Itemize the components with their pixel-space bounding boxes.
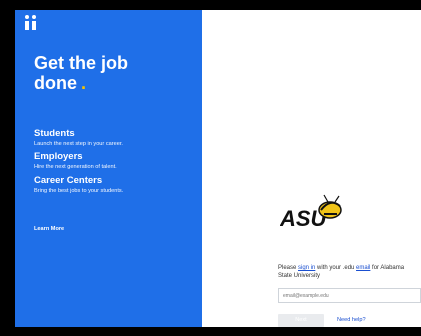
email-link[interactable]: email (356, 265, 370, 271)
section-career-centers: Career Centers Bring the best jobs to yo… (34, 175, 194, 196)
section-title: Employers (34, 151, 83, 162)
app-frame: Get the job done. Students Launch the ne… (15, 10, 421, 327)
email-input[interactable] (278, 288, 421, 303)
headline: Get the job done. (34, 53, 128, 93)
section-text: Hire the next generation of talent. (34, 164, 117, 170)
handshake-logo-icon (24, 15, 38, 30)
sign-in-panel: ASU Please sign in with your .edu email … (202, 10, 421, 327)
learn-more-link[interactable]: Learn More (34, 226, 64, 232)
section-title: Career Centers (34, 175, 103, 186)
next-button[interactable]: Next (278, 314, 324, 327)
need-help-link[interactable]: Need help? (337, 317, 366, 323)
section-students: Students Launch the next step in your ca… (34, 128, 194, 149)
section-title: Students (34, 128, 75, 139)
headline-accent: . (81, 73, 87, 93)
section-text: Bring the best jobs to your students. (34, 188, 124, 194)
marketing-panel: Get the job done. Students Launch the ne… (15, 10, 202, 327)
sign-in-link[interactable]: sign in (298, 265, 315, 271)
sign-in-note: Please sign in with your .edu email for … (278, 265, 405, 279)
section-text: Launch the next step in your career. (34, 141, 123, 147)
section-employers: Employers Hire the next generation of ta… (34, 151, 194, 172)
asu-logo: ASU (279, 194, 348, 232)
